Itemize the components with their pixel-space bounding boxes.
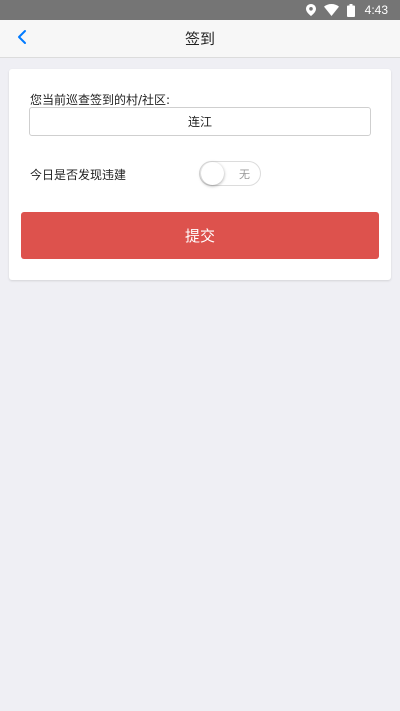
back-button[interactable]: [10, 20, 34, 58]
submit-button[interactable]: 提交: [21, 212, 379, 259]
village-label: 您当前巡查签到的村/社区:: [30, 93, 171, 107]
toggle-knob: [201, 162, 224, 185]
village-input[interactable]: [29, 107, 371, 136]
chevron-left-icon: [17, 29, 27, 49]
location-icon: [305, 4, 316, 16]
status-time: 4:43: [364, 3, 388, 17]
violation-label: 今日是否发现违建: [30, 168, 127, 182]
status-bar: 4:43: [0, 0, 400, 20]
nav-bar: 签到: [0, 20, 400, 58]
battery-icon: [346, 3, 355, 17]
checkin-form-card: 您当前巡查签到的村/社区: 今日是否发现违建 无 提交: [9, 69, 391, 280]
page-title: 签到: [184, 30, 215, 48]
wifi-icon: [323, 4, 339, 16]
toggle-text: 无: [239, 168, 250, 181]
violation-toggle[interactable]: 无: [199, 161, 261, 186]
